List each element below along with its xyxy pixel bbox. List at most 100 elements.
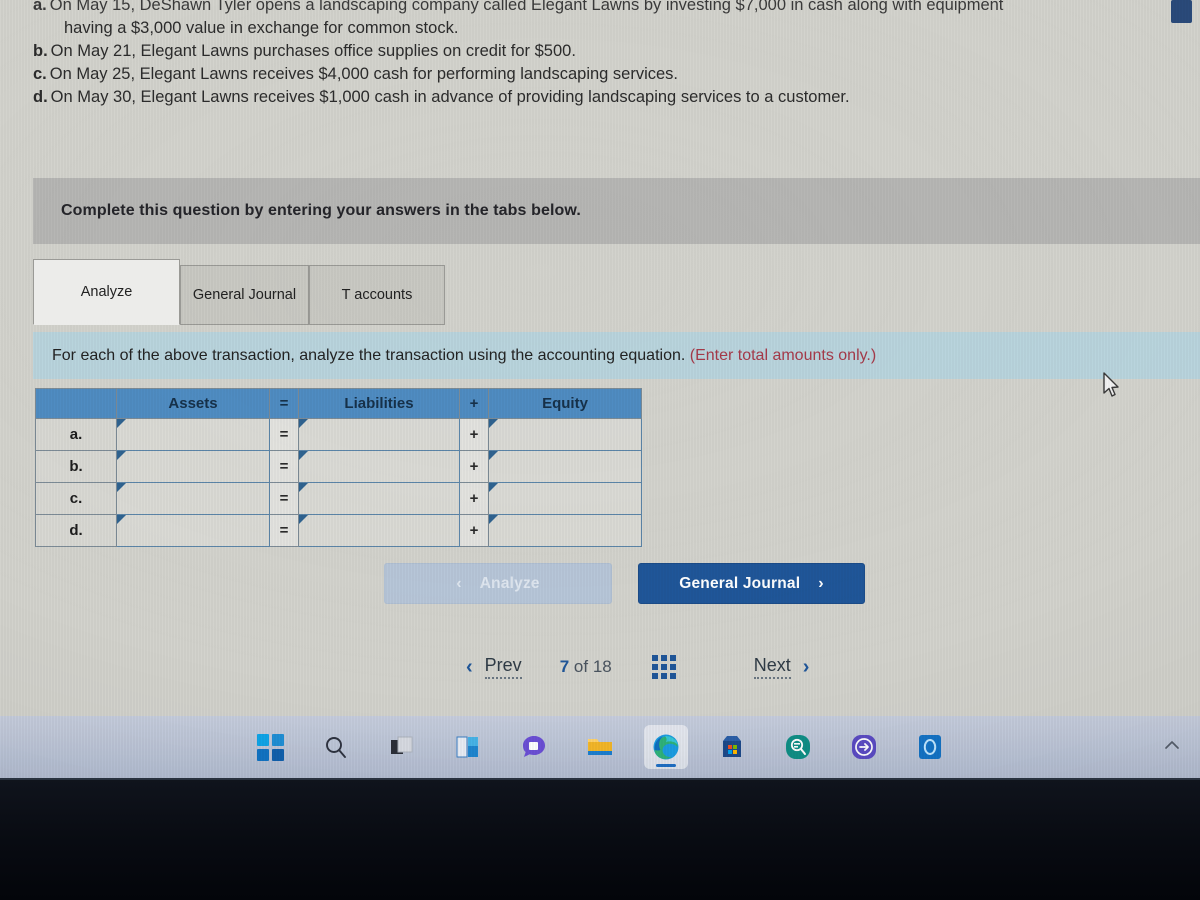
row-b-liabilities-cell[interactable]: [298, 450, 460, 483]
microsoft-store-button[interactable]: [710, 725, 754, 769]
row-d-liabilities-cell[interactable]: [298, 514, 460, 547]
windows-taskbar: [0, 716, 1200, 778]
row-d-assets-input[interactable]: [127, 517, 267, 544]
row-a-assets-input[interactable]: [127, 421, 267, 448]
question-item-b: b. On May 21, Elegant Lawns purchases off…: [33, 40, 1193, 63]
total-pages-number: 18: [592, 657, 612, 676]
next-page-chevron-icon[interactable]: ›: [803, 656, 810, 679]
accounting-equation-table: Assets = Liabilities + Equity a. = + b. …: [35, 388, 642, 547]
row-d-equals: =: [269, 514, 299, 547]
question-item-a-continued: having a $3,000 value in exchange for co…: [33, 17, 1193, 40]
header-equity: Equity: [488, 388, 642, 419]
row-d-equity-input[interactable]: [499, 517, 639, 544]
row-a-label: a.: [35, 418, 117, 451]
row-b-liabilities-input[interactable]: [309, 453, 457, 480]
tab-t-accounts[interactable]: T accounts: [309, 265, 445, 325]
table-row: b. = +: [35, 450, 642, 483]
task-view-button[interactable]: [380, 725, 424, 769]
blue-app-button[interactable]: [908, 725, 952, 769]
cell-marker-icon: [117, 483, 126, 492]
question-item-d: d. On May 30, Elegant Lawns receives $1,0…: [33, 86, 1193, 109]
row-c-liabilities-input[interactable]: [309, 485, 457, 512]
row-c-assets-cell[interactable]: [116, 482, 270, 515]
instruction-band: For each of the above transaction, analy…: [33, 332, 1200, 379]
edge-icon: [653, 734, 679, 760]
row-a-liabilities-input[interactable]: [309, 421, 457, 448]
header-rowlabel: [35, 388, 117, 419]
prev-section-label: Analyze: [479, 574, 540, 592]
row-b-plus: +: [459, 450, 489, 483]
row-c-label: c.: [35, 482, 117, 515]
question-item-c-label: c.: [33, 65, 47, 83]
webpage-content: a. On May 15, DeShawn Tyler opens a lands…: [0, 0, 1200, 778]
row-c-liabilities-cell[interactable]: [298, 482, 460, 515]
row-c-equity-cell[interactable]: [488, 482, 642, 515]
row-c-equals: =: [269, 482, 299, 515]
start-button[interactable]: [248, 725, 292, 769]
taskbar-icon-group: [248, 725, 952, 769]
section-nav-buttons: ‹ Analyze General Journal ›: [384, 563, 865, 604]
question-statement-list: a. On May 15, DeShawn Tyler opens a lands…: [33, 0, 1193, 109]
teams-chat-icon: [523, 736, 545, 757]
prev-page-link[interactable]: Prev: [484, 655, 522, 679]
search-app-button[interactable]: [776, 725, 820, 769]
question-item-a-label: a.: [33, 0, 47, 14]
answer-tabs: Analyze General Journal T accounts: [33, 259, 445, 325]
tab-t-accounts-label: T accounts: [341, 286, 413, 303]
prev-page-chevron-icon[interactable]: ‹: [466, 656, 473, 679]
header-liabilities: Liabilities: [298, 388, 460, 419]
row-c-equity-input[interactable]: [499, 485, 639, 512]
prev-section-button[interactable]: ‹ Analyze: [384, 563, 612, 604]
table-head: Assets = Liabilities + Equity: [35, 388, 642, 419]
table-body: a. = + b. = + c. = + d. = +: [35, 418, 642, 547]
cell-marker-icon: [489, 451, 498, 460]
row-a-liabilities-cell[interactable]: [298, 418, 460, 451]
search-button[interactable]: [314, 725, 358, 769]
monitor-bezel: [0, 778, 1200, 900]
row-b-label: b.: [35, 450, 117, 483]
row-d-assets-cell[interactable]: [116, 514, 270, 547]
row-a-equity-cell[interactable]: [488, 418, 642, 451]
cell-marker-icon: [489, 515, 498, 524]
show-hidden-icons-button[interactable]: [1162, 738, 1182, 756]
complete-question-banner: Complete this question by entering your …: [33, 178, 1200, 244]
row-a-equity-input[interactable]: [499, 421, 639, 448]
row-d-plus: +: [459, 514, 489, 547]
row-b-assets-input[interactable]: [127, 453, 267, 480]
row-b-equals: =: [269, 450, 299, 483]
teams-chat-button[interactable]: [512, 725, 556, 769]
chevron-right-icon: ›: [818, 574, 824, 592]
cell-marker-icon: [299, 515, 308, 524]
file-explorer-button[interactable]: [578, 725, 622, 769]
row-a-assets-cell[interactable]: [116, 418, 270, 451]
row-d-equity-cell[interactable]: [488, 514, 642, 547]
question-pagination: ‹ Prev 7 of 18 Next ›: [466, 655, 809, 679]
oval-blue-icon: [919, 735, 941, 759]
question-item-c-text: On May 25, Elegant Lawns receives $4,000…: [49, 65, 679, 83]
row-d-liabilities-input[interactable]: [309, 517, 457, 544]
edge-browser-button[interactable]: [644, 725, 688, 769]
question-grid-icon[interactable]: [651, 655, 676, 679]
tab-analyze[interactable]: Analyze: [33, 259, 180, 325]
row-c-assets-input[interactable]: [127, 485, 267, 512]
cell-marker-icon: [299, 451, 308, 460]
page-counter: 7 of 18: [560, 657, 612, 677]
tab-general-journal[interactable]: General Journal: [180, 265, 309, 325]
chevron-left-icon: ‹: [456, 574, 462, 592]
instruction-note: (Enter total amounts only.): [689, 346, 877, 364]
instruction-text: For each of the above transaction, analy…: [52, 346, 690, 364]
row-b-equity-cell[interactable]: [488, 450, 642, 483]
folder-icon: [588, 739, 612, 755]
cell-marker-icon: [117, 451, 126, 460]
banner-text: Complete this question by entering your …: [61, 202, 581, 219]
question-item-d-label: d.: [33, 88, 48, 106]
next-section-button[interactable]: General Journal ›: [638, 563, 865, 604]
purple-app-button[interactable]: [842, 725, 886, 769]
widgets-button[interactable]: [446, 725, 490, 769]
cell-marker-icon: [117, 515, 126, 524]
row-b-equity-input[interactable]: [499, 453, 639, 480]
next-page-link[interactable]: Next: [753, 655, 791, 679]
row-b-assets-cell[interactable]: [116, 450, 270, 483]
tab-analyze-label: Analyze: [80, 283, 133, 300]
instruction-text-wrap: For each of the above transaction, analy…: [33, 347, 876, 365]
